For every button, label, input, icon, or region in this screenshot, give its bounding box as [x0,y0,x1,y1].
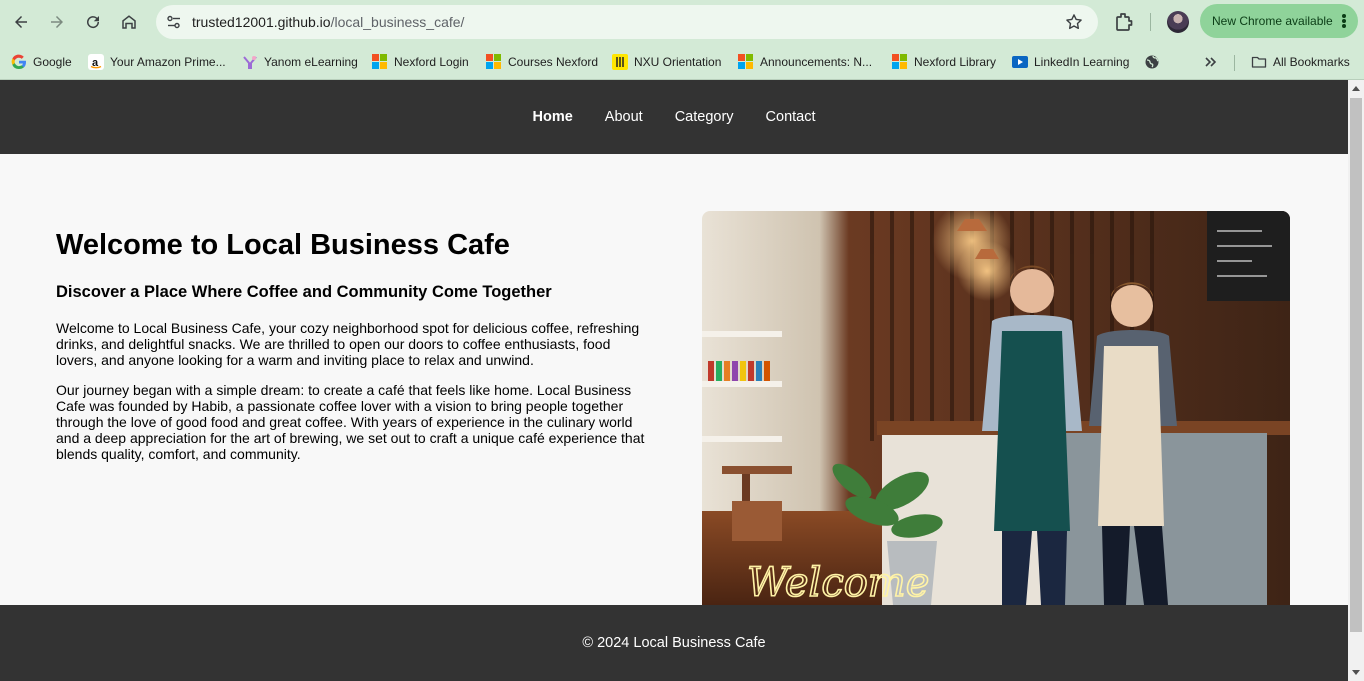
nav-link-home[interactable]: Home [532,109,572,125]
amazon-icon: a [88,54,104,70]
bookmark-label: Announcements: N... [760,55,873,69]
bookmark-announcements[interactable]: Announcements: N... [738,52,872,72]
linkedin-learning-icon [1012,56,1028,68]
bookmark-nexford-library[interactable]: Nexford Library [892,52,996,72]
bookmark-label: LinkedIn Learning [1034,55,1130,69]
bookmark-label: Nexford Login [394,55,469,69]
page-viewport: Home About Category Contact Welcome to L… [0,80,1348,681]
hero-title: Welcome to Local Business Cafe [56,229,510,261]
scroll-down-arrow-icon[interactable] [1352,670,1360,675]
bookmark-yanom[interactable]: Yanom eLearning [242,52,358,72]
nxu-icon [612,54,628,70]
bookmark-globe[interactable] [1144,52,1166,72]
bookmark-label: Yanom eLearning [264,55,358,69]
bookmark-google[interactable]: Google [11,52,72,72]
globe-icon [1145,55,1159,69]
folder-icon [1251,56,1267,68]
bookmark-label: Nexford Library [914,55,997,69]
yanom-icon [243,56,257,69]
all-bookmarks-label: All Bookmarks [1273,55,1350,69]
site-footer: © 2024 Local Business Cafe [0,605,1348,681]
nav-link-contact[interactable]: Contact [766,109,816,125]
microsoft-icon [892,54,908,70]
bookmarks-divider [1234,55,1235,71]
hero-subtitle: Discover a Place Where Coffee and Commun… [56,283,552,301]
microsoft-icon [738,54,754,70]
bookmarks-bar: Google a Your Amazon Prime... Yanom eLea… [0,44,1364,80]
all-bookmarks-button[interactable]: All Bookmarks [1251,52,1350,72]
more-bookmarks-button[interactable] [1203,52,1225,72]
chevron-double-right-icon [1205,57,1217,67]
welcome-neon-sign: Welcome [747,560,929,605]
site-navigation: Home About Category Contact [0,80,1348,154]
url-host: trusted12001.github.io [192,14,331,30]
arrow-left-icon [15,16,27,28]
scrollbar-thumb[interactable] [1350,98,1362,632]
nav-link-about[interactable]: About [605,109,643,125]
back-button[interactable] [7,8,35,36]
toolbar-divider [1150,13,1151,31]
kebab-menu-icon[interactable] [1342,14,1346,28]
browser-toolbar: trusted12001.github.io/local_business_ca… [0,0,1364,44]
forward-button[interactable] [43,8,71,36]
scroll-up-arrow-icon[interactable] [1352,86,1360,91]
home-icon [122,15,136,29]
page-scrollbar[interactable] [1348,80,1364,681]
microsoft-icon [372,54,388,70]
hero-paragraph-intro: Welcome to Local Business Cafe, your coz… [56,320,640,368]
bookmark-label: Google [33,55,72,69]
home-button[interactable] [115,8,143,36]
new-chrome-available-button[interactable]: New Chrome available [1200,4,1358,38]
bookmark-linkedin-learning[interactable]: LinkedIn Learning [1012,52,1129,72]
bookmark-star-icon[interactable] [1064,12,1084,32]
footer-copyright: © 2024 Local Business Cafe [582,635,766,651]
bookmark-label: Courses Nexford [508,55,599,69]
bookmark-nxu-orientation[interactable]: NXU Orientation [612,52,721,72]
bookmark-amazon[interactable]: a Your Amazon Prime... [88,52,226,72]
reload-button[interactable] [79,8,107,36]
hero-text-section: Welcome to Local Business Cafe Discover … [56,226,648,462]
extensions-icon[interactable] [1112,10,1136,34]
google-icon [11,54,26,70]
arrow-right-icon [51,16,63,28]
cafe-baristas-image: Welcome [702,211,1290,605]
bookmark-nexford-login[interactable]: Nexford Login [372,52,469,72]
bookmark-label: NXU Orientation [634,55,722,69]
profile-avatar[interactable] [1167,11,1189,33]
address-bar[interactable]: trusted12001.github.io/local_business_ca… [156,5,1098,39]
bookmark-courses-nexford[interactable]: Courses Nexford [486,52,598,72]
reload-icon [87,16,100,29]
site-info-icon[interactable] [164,12,184,32]
url-path: /local_business_cafe/ [330,14,465,30]
url-text[interactable]: trusted12001.github.io/local_business_ca… [192,14,464,30]
nav-link-category[interactable]: Category [675,109,734,125]
microsoft-icon [486,54,502,70]
hero-paragraph-story: Our journey began with a simple dream: t… [56,382,645,462]
update-label: New Chrome available [1212,14,1333,28]
bookmark-label: Your Amazon Prime... [110,55,226,69]
